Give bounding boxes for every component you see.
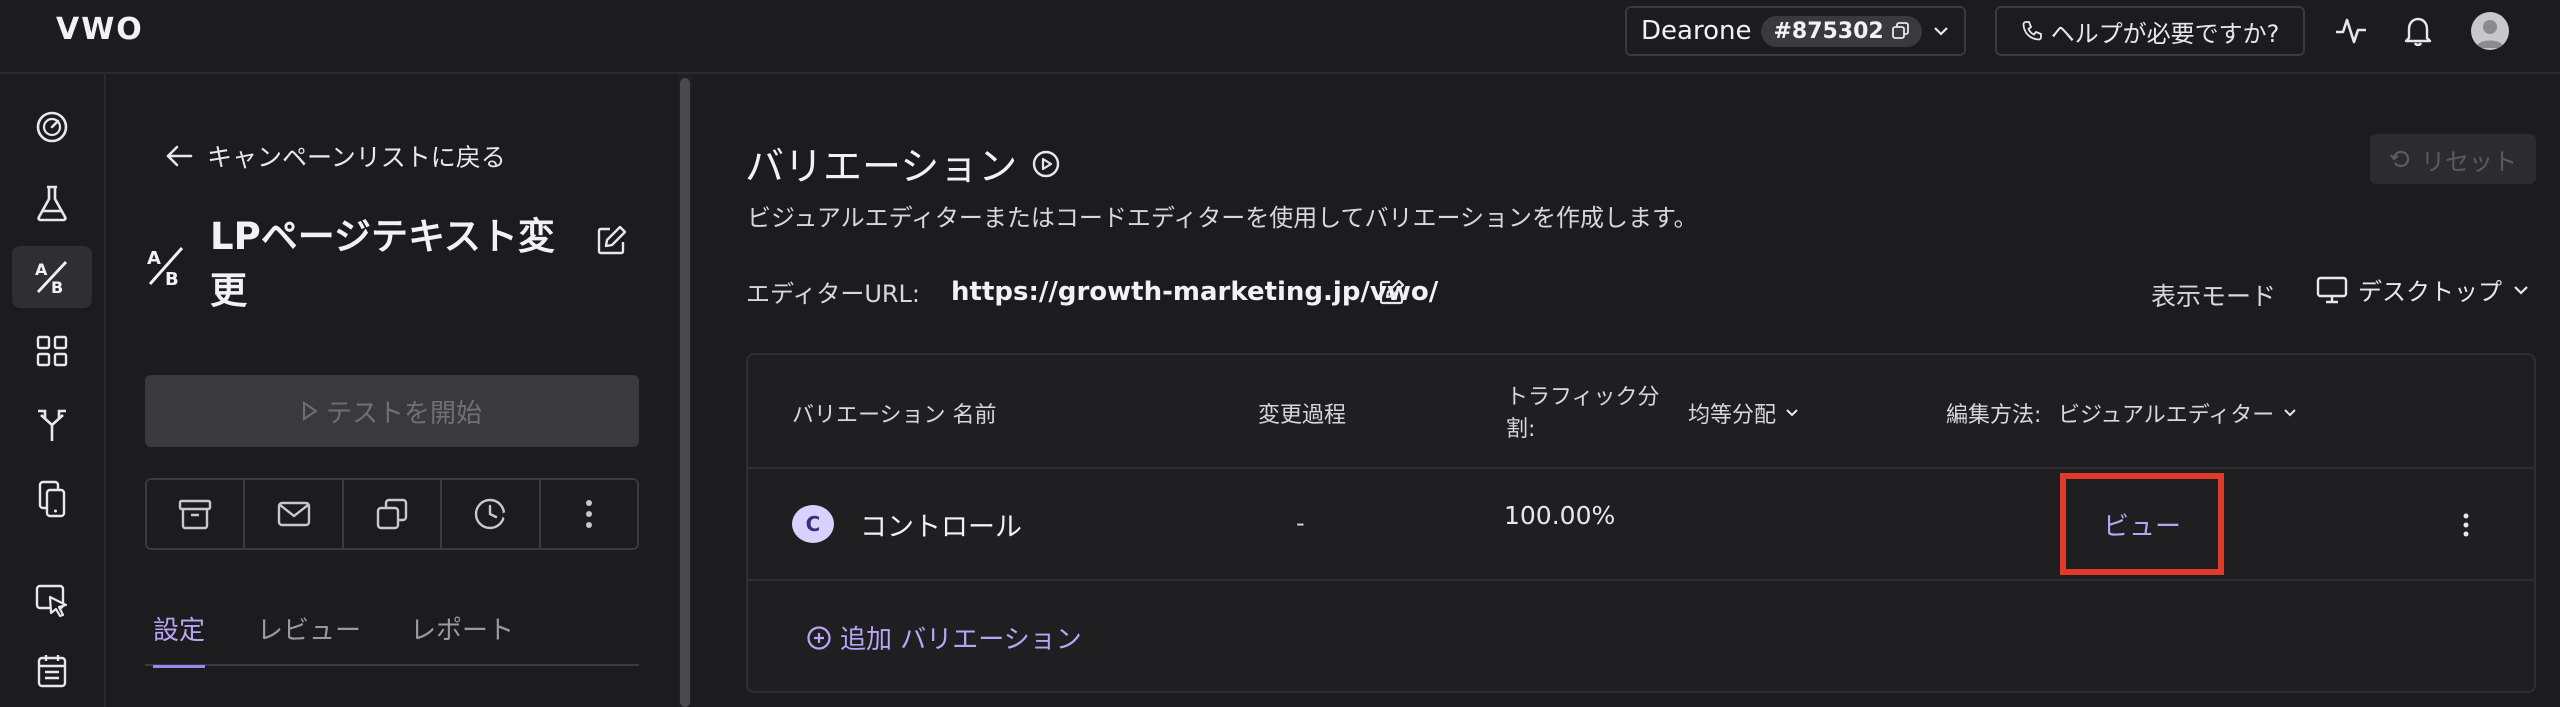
apps-grid-icon[interactable] (12, 320, 92, 382)
cursor-click-icon[interactable] (12, 570, 92, 632)
plus-circle-icon (807, 625, 831, 650)
campaign-title: LPページテキスト変更 (210, 215, 555, 312)
chevron-down-icon (2284, 409, 2296, 417)
kebab-menu-icon (585, 500, 592, 528)
kebab-menu-icon (2463, 513, 2469, 537)
copy-icon[interactable] (1891, 22, 1910, 40)
editor-url-label: エディターURL: (746, 280, 921, 308)
mobile-copy-icon[interactable] (12, 468, 92, 530)
account-id-badge[interactable]: #875302 (1761, 15, 1922, 47)
arrow-left-icon (166, 145, 193, 167)
table-row: C コントロール - 100.00% ビュー (748, 469, 2534, 581)
traffic-value: 100.00% (1504, 501, 1616, 530)
header-changes: 変更過程 (1258, 403, 1347, 428)
reset-icon (2390, 150, 2410, 168)
reset-button[interactable]: リセット (2370, 134, 2536, 184)
changes-value: - (1296, 509, 1305, 537)
view-button[interactable]: ビュー (2060, 473, 2224, 575)
campaign-actions (145, 478, 639, 550)
header-variation-name: バリエーション 名前 (792, 403, 997, 428)
control-badge: C (792, 505, 834, 543)
nav-rail: AB (0, 74, 106, 707)
variation-name: コントロール (860, 512, 1022, 543)
edit-method-select[interactable]: ビジュアルエディター (2058, 397, 2298, 429)
tab-report[interactable]: レポート (410, 610, 514, 665)
variations-table: バリエーション 名前 変更過程 トラフィック分 割: 均等分配 編集方法: ビジ… (746, 353, 2536, 693)
add-variation-button[interactable]: 追加 バリエーション (806, 619, 1082, 656)
back-to-campaigns-link[interactable]: キャンペーンリストに戻る (165, 138, 506, 174)
header-edit-method: 編集方法: (1946, 403, 2042, 428)
clock-history-icon (475, 498, 508, 530)
page-subtitle: ビジュアルエディターまたはコードエディターを使用してバリエーションを作成します。 (747, 204, 1698, 232)
view-mode-label: 表示モード (2151, 282, 2277, 311)
edit-icon[interactable] (596, 224, 628, 256)
user-avatar[interactable] (2471, 12, 2509, 50)
editor-url: https://growth-marketing.jp/vwo/ (951, 277, 1439, 307)
calendar-list-icon[interactable] (12, 640, 92, 702)
header-traffic-line1: トラフィック分 (1506, 385, 1660, 410)
help-label: ヘルプが必要ですか? (2050, 19, 2280, 48)
start-test-button[interactable]: テストを開始 (145, 375, 639, 447)
copy-icon (376, 498, 408, 530)
dashboard-gauge-icon[interactable] (12, 96, 92, 158)
more-actions-button[interactable] (541, 480, 637, 548)
archive-icon (179, 499, 212, 530)
device-select[interactable]: デスクトップ (2316, 272, 2530, 307)
row-menu-button[interactable] (2454, 505, 2478, 545)
back-label: キャンペーンリストに戻る (207, 143, 506, 172)
scrollbar-thumb[interactable] (680, 78, 690, 707)
split-arrow-icon[interactable] (12, 394, 92, 456)
distribution-select[interactable]: 均等分配 (1688, 397, 1800, 429)
tab-review[interactable]: レビュー (257, 610, 361, 665)
table-header: バリエーション 名前 変更過程 トラフィック分 割: 均等分配 編集方法: ビジ… (748, 355, 2534, 469)
add-variation-label: 追加 バリエーション (840, 625, 1082, 655)
duplicate-button[interactable] (344, 480, 443, 548)
edit-icon[interactable] (1378, 278, 1406, 306)
bell-icon[interactable] (2401, 14, 2435, 48)
svg-text:B: B (51, 278, 63, 296)
variations-title: バリエーション (745, 145, 1018, 190)
svg-text:A: A (35, 260, 48, 279)
play-icon (302, 401, 318, 421)
chevron-down-icon (2514, 285, 2528, 295)
desktop-icon (2316, 276, 2348, 303)
header-traffic-line2: 割: (1506, 417, 1536, 442)
archive-button[interactable] (147, 480, 246, 548)
help-button[interactable]: ヘルプが必要ですか? (1995, 6, 2305, 56)
email-button[interactable] (245, 480, 344, 548)
phone-icon (2022, 21, 2042, 41)
ab-test-icon[interactable]: AB (12, 246, 92, 308)
chevron-down-icon (1786, 409, 1798, 417)
tab-settings[interactable]: 設定 (153, 610, 206, 668)
play-circle-icon[interactable] (1031, 149, 1061, 179)
device-label: デスクトップ (2358, 278, 2502, 306)
page-title: バリエーション (745, 136, 1061, 192)
start-test-label: テストを開始 (325, 398, 482, 429)
account-id: #875302 (1773, 18, 1884, 44)
mail-icon (277, 501, 310, 527)
vwo-logo[interactable]: VWO (56, 12, 144, 52)
ab-test-icon: AB (147, 247, 184, 288)
flask-icon[interactable] (12, 172, 92, 234)
top-bar: VWO Dearone #875302 ヘルプが必要ですか? (0, 0, 2560, 74)
reset-label: リセット (2421, 147, 2517, 176)
account-name: Dearone (1641, 16, 1752, 46)
distribution-label: 均等分配 (1688, 403, 1777, 428)
schedule-button[interactable] (442, 480, 541, 548)
chevron-down-icon (1933, 27, 1948, 36)
svg-text:A: A (147, 248, 161, 269)
sidepanel-tabs: 設定 レビュー レポート (145, 600, 639, 668)
edit-method-value: ビジュアルエディター (2058, 403, 2275, 428)
account-switcher[interactable]: Dearone #875302 (1625, 6, 1966, 56)
activity-icon[interactable] (2334, 14, 2368, 48)
svg-text:B: B (165, 269, 179, 288)
